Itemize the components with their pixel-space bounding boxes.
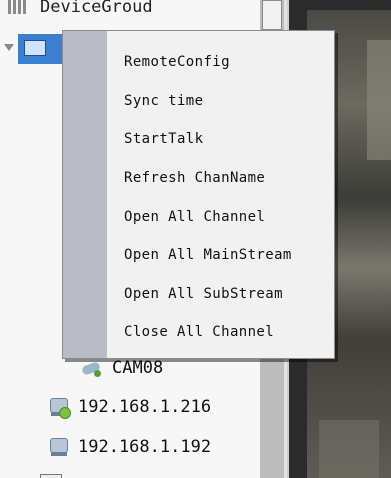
tree-item-label: 192.168.1.216 <box>78 397 212 417</box>
menu-icon-gutter <box>63 31 107 358</box>
menu-item-refresh-chan-name[interactable]: Refresh ChanName <box>107 159 334 198</box>
tree-item-label: CAM08 <box>112 358 164 378</box>
menu-item-open-all-mainstream[interactable]: Open All MainStream <box>107 236 334 275</box>
menu-items: RemoteConfig Sync time StartTalk Refresh… <box>107 43 334 352</box>
device-context-menu: RemoteConfig Sync time StartTalk Refresh… <box>62 30 335 359</box>
menu-item-open-all-channel[interactable]: Open All Channel <box>107 197 334 236</box>
device-group-label: DeviceGroud <box>40 0 153 17</box>
ip-device-online-icon <box>48 396 71 419</box>
grid-icon <box>8 0 34 16</box>
camera-icon <box>80 358 104 378</box>
menu-item-open-all-substream[interactable]: Open All SubStream <box>107 275 334 314</box>
menu-item-remote-config[interactable]: RemoteConfig <box>107 43 334 82</box>
menu-item-sync-time[interactable]: Sync time <box>107 82 334 121</box>
device-group-header[interactable]: DeviceGroud <box>0 0 270 22</box>
tree-item-label: 192.168.1.192 <box>78 437 212 457</box>
expand-arrow-icon[interactable] <box>4 44 14 51</box>
tree-item-ip-216[interactable]: 192.168.1.216 <box>48 394 211 420</box>
menu-item-start-talk[interactable]: StartTalk <box>107 120 334 159</box>
scrollbar-thumb[interactable] <box>262 0 282 30</box>
tree-item-ip-192[interactable]: 192.168.1.192 <box>48 434 211 460</box>
dvr-device-icon[interactable] <box>18 34 64 64</box>
menu-item-close-all-channel[interactable]: Close All Channel <box>107 313 334 352</box>
ip-device-icon <box>48 436 70 458</box>
device-icon <box>40 474 62 478</box>
